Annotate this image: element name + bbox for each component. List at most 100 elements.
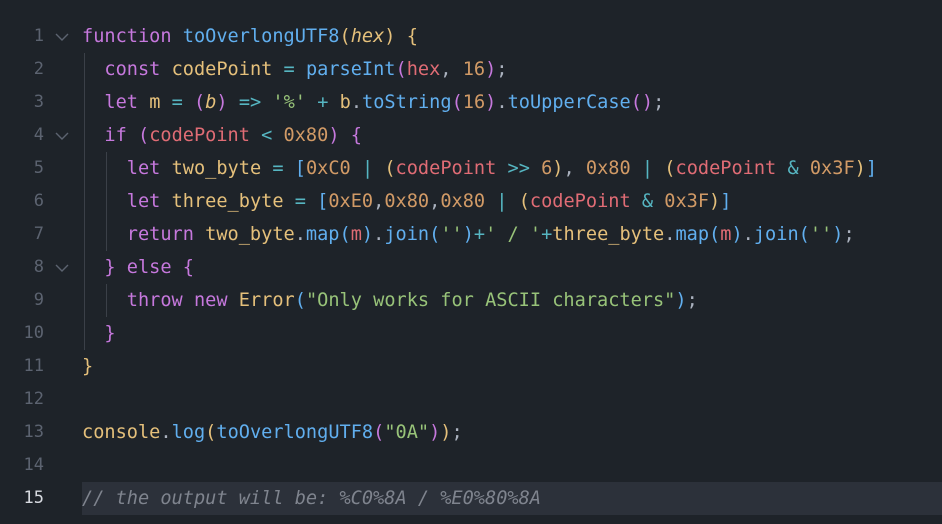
code-token: ( — [294, 290, 306, 311]
code-token: , — [563, 158, 575, 179]
code-token: '%' — [272, 92, 306, 113]
line-number: 5 — [33, 158, 44, 178]
code-token: 0x80 — [585, 158, 631, 179]
code-token: ) — [709, 191, 721, 212]
code-line[interactable]: 5 let two_byte = [0xC0 | (codePoint >> 6… — [0, 152, 942, 185]
code-token: 0x80 — [440, 191, 486, 212]
code-line[interactable]: 4 if (codePoint < 0x80) { — [0, 119, 942, 152]
code-token: 16 — [462, 59, 486, 80]
line-number: 11 — [23, 356, 44, 376]
code-text[interactable]: const codePoint = parseInt(hex, 16); — [82, 53, 507, 86]
code-line[interactable]: 14 — [0, 449, 942, 482]
code-text[interactable]: let m = (b) => '%' + b.toString(16).toUp… — [82, 86, 664, 119]
code-line[interactable]: 9 throw new Error("Only works for ASCII … — [0, 284, 942, 317]
code-token: '' — [809, 224, 833, 245]
code-token: ( — [205, 422, 217, 443]
code-token: ) — [641, 92, 654, 113]
code-token: toUpperCase — [507, 92, 631, 113]
line-number: 14 — [23, 455, 44, 475]
code-line[interactable]: 6 let three_byte = [0xE0,0x80,0x80 | (co… — [0, 185, 942, 218]
code-text[interactable]: return two_byte.map(m).join('')+' / '+th… — [82, 218, 855, 251]
code-token: ) — [384, 26, 396, 47]
code-token: [ — [294, 158, 306, 179]
code-token: codePoint — [675, 158, 777, 179]
code-token: two_byte — [205, 224, 295, 245]
code-token: 0x80 — [384, 191, 430, 212]
code-token: console — [82, 422, 161, 443]
line-number: 15 — [23, 488, 44, 508]
code-token: ; — [843, 224, 855, 245]
code-line[interactable]: 13 console.log(toOverlongUTF8("0A")); — [0, 416, 942, 449]
code-token: . — [294, 224, 306, 245]
code-token: ( — [429, 224, 441, 245]
code-token: ( — [709, 224, 721, 245]
code-text[interactable]: if (codePoint < 0x80) { — [82, 119, 362, 152]
chevron-down-icon[interactable] — [55, 261, 69, 275]
line-number: 9 — [33, 290, 44, 310]
code-line[interactable]: 1 function toOverlongUTF8(hex) { — [0, 20, 942, 53]
line-number: 2 — [33, 59, 44, 79]
code-text[interactable]: let three_byte = [0xE0,0x80,0x80 | (code… — [82, 185, 732, 218]
code-token: let — [126, 191, 161, 212]
code-token: = — [272, 158, 284, 179]
code-token: < — [261, 125, 273, 146]
code-line[interactable]: 3 let m = (b) => '%' + b.toString(16).to… — [0, 86, 942, 119]
code-text[interactable]: console.log(toOverlongUTF8("0A")); — [82, 416, 463, 449]
code-token: join — [384, 224, 430, 245]
code-line[interactable]: 10 } — [0, 317, 942, 350]
code-token: ] — [865, 158, 878, 179]
code-token: ) — [462, 224, 474, 245]
code-text[interactable]: } — [82, 350, 93, 383]
code-line[interactable]: 2 const codePoint = parseInt(hex, 16); — [0, 53, 942, 86]
code-text[interactable]: } — [82, 317, 115, 350]
code-line[interactable]: 12 — [0, 383, 942, 416]
code-editor[interactable]: 1 function toOverlongUTF8(hex) {2 const c… — [0, 0, 942, 524]
code-text[interactable]: function toOverlongUTF8(hex) { — [82, 20, 418, 53]
code-token: { — [406, 26, 418, 47]
code-token: = — [171, 92, 183, 113]
code-text[interactable]: } else { — [82, 251, 194, 284]
code-line[interactable]: 7 return two_byte.map(m).join('')+' / '+… — [0, 218, 942, 251]
code-token: codePoint — [149, 125, 250, 146]
code-token: ) — [552, 158, 564, 179]
code-text[interactable]: throw new Error("Only works for ASCII ch… — [82, 284, 698, 317]
code-line[interactable]: 11} — [0, 350, 942, 383]
code-token: 0xE0 — [328, 191, 374, 212]
code-token: ] — [720, 191, 732, 212]
code-token: ; — [653, 92, 665, 113]
code-token: ( — [137, 125, 150, 146]
code-token: two_byte — [171, 158, 262, 179]
code-text[interactable]: let two_byte = [0xC0 | (codePoint >> 6),… — [82, 152, 877, 185]
code-token: Error — [238, 290, 295, 311]
code-token: b — [339, 92, 351, 113]
code-line[interactable]: 15 // the output will be: %C0%8A / %E0%80… — [0, 482, 942, 515]
code-token: ( — [798, 224, 810, 245]
code-token: ( — [339, 224, 351, 245]
chevron-down-icon[interactable] — [55, 30, 69, 44]
code-token: "Only works for ASCII characters" — [305, 290, 676, 311]
code-token: , — [373, 191, 385, 212]
code-line[interactable]: 8 } else { — [0, 251, 942, 284]
code-token: ) — [854, 158, 866, 179]
code-token: toString — [362, 92, 452, 113]
code-token: return — [126, 224, 194, 245]
chevron-down-icon[interactable] — [55, 129, 69, 143]
code-token: ) — [429, 422, 441, 443]
code-text[interactable]: // the output will be: %C0%8A / %E0%80%8… — [82, 482, 541, 515]
